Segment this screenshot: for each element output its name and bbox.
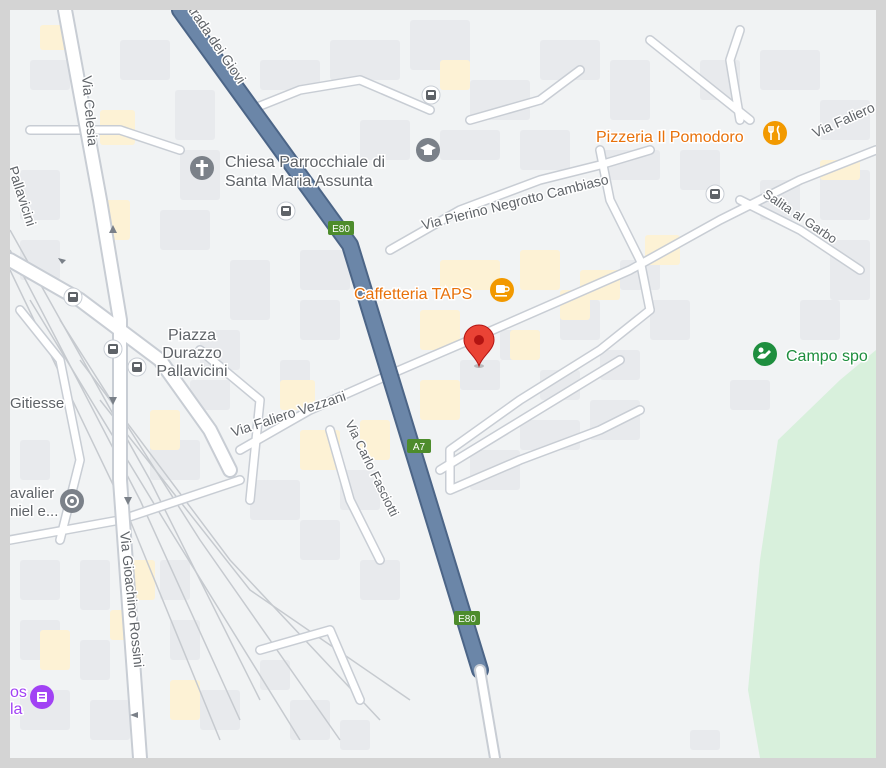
bus-stop-icon[interactable]	[63, 287, 83, 307]
poi-pizzeria[interactable]: Pizzeria Il Pomodoro	[595, 121, 787, 148]
bus-stop-icon[interactable]	[127, 357, 147, 377]
svg-text:A7: A7	[413, 442, 426, 453]
poi-label-piazza-3: Pallavicini	[156, 363, 227, 380]
bus-stop-icon[interactable]	[103, 339, 123, 359]
poi-label-chiesa-1: Chiesa Parrocchiale di	[225, 154, 385, 171]
road-shield-a7: A7	[407, 439, 431, 453]
poi-label-pizzeria: Pizzeria Il Pomodoro	[596, 129, 744, 146]
svg-text:E80: E80	[332, 224, 350, 235]
poi-label-piazza-2: Durazzo	[162, 345, 222, 362]
poi-label-caffetteria: Caffetteria TAPS	[354, 286, 472, 303]
road-shield-e80-top: E80	[328, 221, 354, 235]
bus-stop-icon[interactable]	[421, 85, 441, 105]
bus-stop-icon[interactable]	[705, 184, 725, 204]
map-frame[interactable]: E80 A7 E80 trada dei Giovi Via Celesia P…	[10, 10, 876, 758]
poi-campo[interactable]: Campo spo	[753, 342, 869, 367]
poi-label-campo: Campo spo	[786, 348, 868, 365]
shopping-icon	[37, 692, 47, 702]
poi-cavalier[interactable]: avalier niel e...	[10, 484, 84, 522]
map-canvas[interactable]: E80 A7 E80 trada dei Giovi Via Celesia P…	[10, 10, 876, 758]
poi-label-bottom-left-1: os	[10, 684, 27, 701]
street-label-gitiesse: Gitiesse	[10, 395, 64, 412]
poi-school[interactable]	[416, 138, 440, 162]
park-area	[748, 350, 876, 758]
street-label-via-pierino-negrotto-cambiaso: Via Pierino Negrotto Cambiaso	[420, 171, 610, 233]
poi-label-cavalier-2: niel e...	[10, 503, 58, 520]
bus-stop-icon[interactable]	[276, 201, 296, 221]
road-shield-e80-bottom: E80	[454, 611, 480, 625]
poi-label-piazza-1: Piazza	[168, 327, 216, 344]
poi-label-cavalier-1: avalier	[10, 485, 54, 502]
poi-label-chiesa-2: Santa Maria Assunta	[225, 173, 373, 190]
poi-label-bottom-left-2: la	[10, 701, 23, 718]
svg-text:E80: E80	[458, 614, 476, 625]
